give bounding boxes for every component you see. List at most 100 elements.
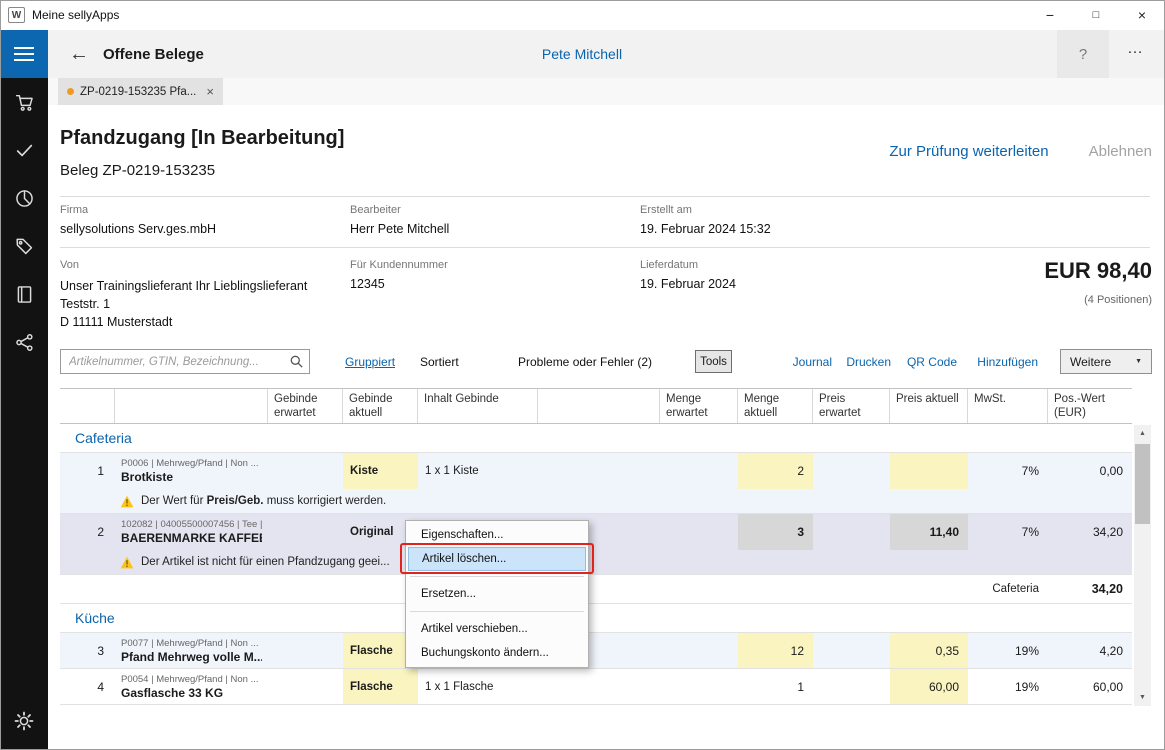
menu-item-buchungskonto-aendern[interactable]: Buchungskonto ändern... [408, 641, 586, 665]
window-title: Meine sellyApps [32, 8, 119, 22]
items-table: Gebinde erwartet Gebinde aktuell Inhalt … [60, 388, 1132, 705]
check-icon[interactable] [0, 126, 48, 174]
warning-text: Der Artikel ist nicht für einen Pfandzug… [141, 556, 390, 568]
tag-icon[interactable] [0, 222, 48, 270]
forward-for-review-link[interactable]: Zur Prüfung weiterleiten [889, 143, 1048, 160]
header-menge-aktuell[interactable]: Menge aktuell [738, 389, 813, 423]
supplier-street: Teststr. 1 [60, 295, 307, 313]
gebinde-aktuell-cell[interactable]: Flasche [343, 669, 418, 704]
tab-close-icon[interactable]: × [206, 84, 214, 99]
row-warning: Der Wert für Preis/Geb. muss korrigiert … [60, 489, 1132, 514]
header-preis-aktuell[interactable]: Preis aktuell [890, 389, 968, 423]
inhalt-gebinde-cell: 1 x 1 Kiste [418, 453, 538, 489]
header-inhalt-gebinde[interactable]: Inhalt Gebinde [418, 389, 538, 423]
article-cell: P0006 | Mehrweg/Pfand | Non ... Brotkist… [115, 453, 268, 489]
row-number: 2 [60, 514, 115, 550]
menu-item-ersetzen[interactable]: Ersetzen... [408, 582, 586, 606]
window-controls: − □ × [1027, 0, 1165, 30]
cart-icon[interactable] [0, 78, 48, 126]
field-value-von: Unser Trainingslieferant Ihr Lieblingsli… [60, 277, 307, 331]
hamburger-menu-button[interactable] [0, 30, 48, 78]
weitere-dropdown-button[interactable]: Weitere ▼ [1060, 349, 1152, 374]
minimize-button[interactable]: − [1027, 0, 1073, 30]
preis-aktuell-cell[interactable]: 60,00 [890, 669, 968, 704]
preis-aktuell-cell[interactable]: 0,35 [890, 633, 968, 668]
document-panel: Pfandzugang [In Bearbeitung] Zur Prüfung… [48, 105, 1165, 750]
hinzufuegen-link[interactable]: Hinzufügen [977, 355, 1038, 369]
help-button[interactable]: ? [1057, 30, 1109, 78]
header-pos-wert[interactable]: Pos.-Wert (EUR) [1048, 389, 1132, 423]
scroll-down-icon[interactable]: ▼ [1134, 689, 1151, 706]
pos-wert-cell: 4,20 [1048, 633, 1132, 668]
back-arrow-icon[interactable]: ← [60, 30, 98, 78]
filter-sortiert[interactable]: Sortiert [420, 355, 459, 369]
header-menge-erwartet[interactable]: Menge erwartet [660, 389, 738, 423]
tools-button[interactable]: Tools [695, 350, 732, 373]
table-row-4[interactable]: 4 P0054 | Mehrweg/Pfand | Non ... Gasfla… [60, 669, 1132, 705]
menge-aktuell-cell[interactable]: 12 [738, 633, 813, 668]
vertical-scrollbar[interactable]: ▲ ▼ [1134, 425, 1151, 706]
menu-item-artikel-verschieben[interactable]: Artikel verschieben... [408, 617, 586, 641]
maximize-button[interactable]: □ [1073, 0, 1119, 30]
warning-text: Der Wert für Preis/Geb. muss korrigiert … [141, 495, 386, 507]
gebinde-aktuell-cell[interactable]: Kiste [343, 453, 418, 489]
scrollbar-thumb[interactable] [1135, 444, 1150, 524]
field-value-firma: sellysolutions Serv.ges.mbH [60, 222, 216, 236]
group-header-kueche[interactable]: Küche [60, 604, 1132, 633]
article-code: P0054 | Mehrweg/Pfand | Non ... [121, 674, 262, 685]
table-header-row: Gebinde erwartet Gebinde aktuell Inhalt … [60, 388, 1132, 424]
mwst-cell: 7% [968, 514, 1048, 550]
close-button[interactable]: × [1119, 0, 1165, 30]
qr-code-link[interactable]: QR Code [907, 355, 957, 369]
group-header-cafeteria[interactable]: Cafeteria [60, 424, 1132, 453]
preis-aktuell-cell[interactable] [890, 453, 968, 489]
header-preis-erwartet[interactable]: Preis erwartet [813, 389, 890, 423]
row-warning: Der Artikel ist nicht für einen Pfandzug… [60, 550, 1132, 575]
document-tab[interactable]: ZP-0219-153235 Pfa... × [58, 78, 223, 105]
group-footer-cafeteria: Cafeteria 34,20 [60, 575, 1132, 604]
table-row-3[interactable]: 3 P0077 | Mehrweg/Pfand | Non ... Pfand … [60, 633, 1132, 669]
field-label-erstellt-am: Erstellt am [640, 204, 692, 216]
table-row-1[interactable]: 1 P0006 | Mehrweg/Pfand | Non ... Brotki… [60, 453, 1132, 489]
table-row-2-selected[interactable]: 2 102082 | 04005500007456 | Tee |... BAE… [60, 514, 1132, 550]
menge-aktuell-cell[interactable]: 3 [738, 514, 813, 550]
more-options-button[interactable]: … [1113, 30, 1157, 78]
header-mwst[interactable]: MwSt. [968, 389, 1048, 423]
book-icon[interactable] [0, 270, 48, 318]
filter-gruppiert[interactable]: Gruppiert [345, 355, 395, 369]
positions-count: (4 Positionen) [1084, 294, 1152, 306]
gear-icon[interactable] [0, 697, 48, 745]
article-code: P0006 | Mehrweg/Pfand | Non ... [121, 458, 262, 469]
field-value-bearbeiter: Herr Pete Mitchell [350, 222, 449, 236]
menu-item-eigenschaften[interactable]: Eigenschaften... [408, 523, 586, 547]
preis-aktuell-cell[interactable]: 11,40 [890, 514, 968, 550]
field-value-kundennummer: 12345 [350, 277, 385, 291]
field-value-lieferdatum: 19. Februar 2024 [640, 277, 736, 291]
weitere-label: Weitere [1070, 355, 1111, 369]
header-gebinde-erwartet[interactable]: Gebinde erwartet [268, 389, 343, 423]
search-input[interactable] [61, 350, 309, 373]
drucken-link[interactable]: Drucken [846, 355, 891, 369]
user-name-link[interactable]: Pete Mitchell [542, 30, 622, 78]
scroll-up-icon[interactable]: ▲ [1134, 425, 1151, 442]
article-search [60, 349, 310, 374]
app-header: ← Offene Belege Pete Mitchell ? … [48, 30, 1165, 78]
filter-probleme-oder-fehler[interactable]: Probleme oder Fehler (2) [518, 355, 652, 369]
share-icon[interactable] [0, 318, 48, 366]
pie-chart-icon[interactable] [0, 174, 48, 222]
tab-label: ZP-0219-153235 Pfa... [80, 86, 196, 98]
menu-item-artikel-loeschen[interactable]: Artikel löschen... [408, 547, 586, 571]
header-gebinde-aktuell[interactable]: Gebinde aktuell [343, 389, 418, 423]
context-menu: Eigenschaften... Artikel löschen... Erse… [405, 520, 589, 668]
article-name: Pfand Mehrweg volle M... [121, 650, 262, 664]
app-logo-icon: W [8, 7, 25, 23]
titlebar: W Meine sellyApps − □ × [0, 0, 1165, 30]
menge-aktuell-cell[interactable]: 1 [738, 669, 813, 704]
row-number: 4 [60, 669, 115, 704]
field-label-kundennummer: Für Kundennummer [350, 259, 448, 271]
menu-separator [410, 576, 584, 577]
row-number: 1 [60, 453, 115, 489]
journal-link[interactable]: Journal [793, 355, 832, 369]
menge-aktuell-cell[interactable]: 2 [738, 453, 813, 489]
reject-link[interactable]: Ablehnen [1089, 143, 1152, 160]
